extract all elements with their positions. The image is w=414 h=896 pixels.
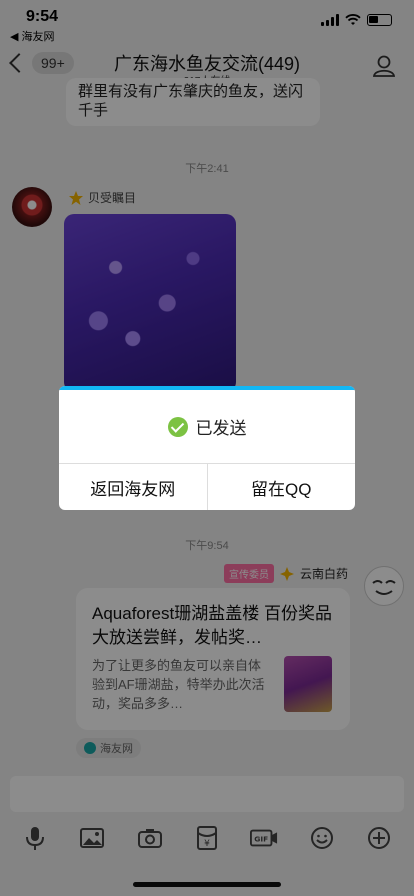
dialog-message-text: 已发送: [195, 419, 247, 438]
dialog-buttons: 返回海友网 留在QQ: [59, 464, 355, 510]
dialog-message: 已发送: [59, 390, 355, 464]
return-to-app-button[interactable]: 返回海友网: [59, 464, 207, 510]
stay-in-qq-button[interactable]: 留在QQ: [206, 464, 356, 510]
sent-dialog: 已发送 返回海友网 留在QQ: [59, 386, 355, 510]
check-icon: [167, 416, 188, 437]
